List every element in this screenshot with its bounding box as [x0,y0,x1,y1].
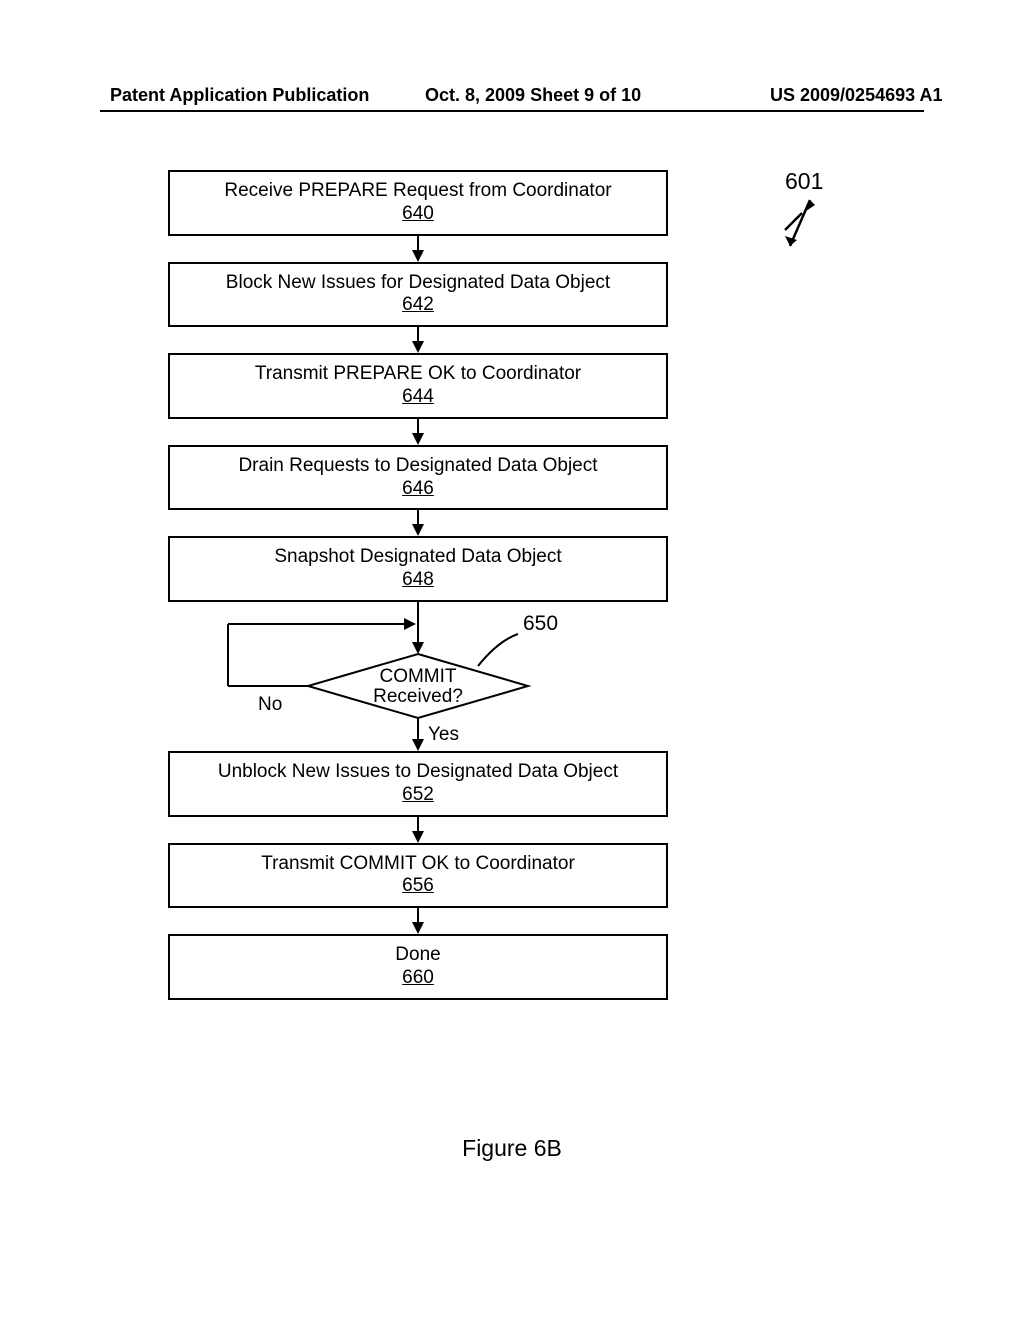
header-rule [100,110,924,112]
header-patent-number: US 2009/0254693 A1 [770,85,942,106]
figure-label: Figure 6B [0,1135,1024,1162]
arrow-down-icon [168,236,668,262]
step-644-box: Transmit PREPARE OK to Coordinator 644 [168,353,668,419]
step-652-num: 652 [402,784,434,805]
step-660-text: Done [395,944,440,965]
step-648-box: Snapshot Designated Data Object 648 [168,536,668,602]
step-660-box: Done 660 [168,934,668,1000]
step-652-text: Unblock New Issues to Designated Data Ob… [218,761,618,782]
step-646-num: 646 [402,478,434,499]
step-656-text: Transmit COMMIT OK to Coordinator [261,853,575,874]
step-642-num: 642 [402,294,434,315]
step-656-num: 656 [402,875,434,896]
arrow-down-icon [168,327,668,353]
arrow-down-icon [168,510,668,536]
step-642-box: Block New Issues for Designated Data Obj… [168,262,668,328]
step-648-text: Snapshot Designated Data Object [274,546,561,567]
arrow-down-icon [168,817,668,843]
reference-label-601: 601 [785,168,823,195]
step-640-box: Receive PREPARE Request from Coordinator… [168,170,668,236]
decision-line2: Received? [373,686,463,707]
step-640-num: 640 [402,203,434,224]
header-date-sheet: Oct. 8, 2009 Sheet 9 of 10 [425,85,641,106]
decision-line1: COMMIT [379,666,456,687]
step-648-num: 648 [402,569,434,590]
step-652-box: Unblock New Issues to Designated Data Ob… [168,751,668,817]
arrow-tail-icon [168,602,668,616]
step-644-text: Transmit PREPARE OK to Coordinator [255,363,581,384]
arrow-down-icon [168,908,668,934]
step-656-box: Transmit COMMIT OK to Coordinator 656 [168,843,668,909]
step-642-text: Block New Issues for Designated Data Obj… [226,272,610,293]
decision-650: COMMIT Received? No Yes 650 [168,616,668,746]
step-640-text: Receive PREPARE Request from Coordinator [224,180,611,201]
reference-arrow-icon [782,198,822,263]
arrow-down-icon [168,419,668,445]
decision-no-label: No [258,694,282,716]
step-646-text: Drain Requests to Designated Data Object [238,455,597,476]
step-644-num: 644 [402,386,434,407]
decision-650-num: 650 [523,612,558,636]
flowchart-diagram: Receive PREPARE Request from Coordinator… [168,170,668,1000]
step-646-box: Drain Requests to Designated Data Object… [168,445,668,511]
decision-yes-label: Yes [428,724,459,746]
step-660-num: 660 [402,967,434,988]
header-publication: Patent Application Publication [110,85,369,106]
